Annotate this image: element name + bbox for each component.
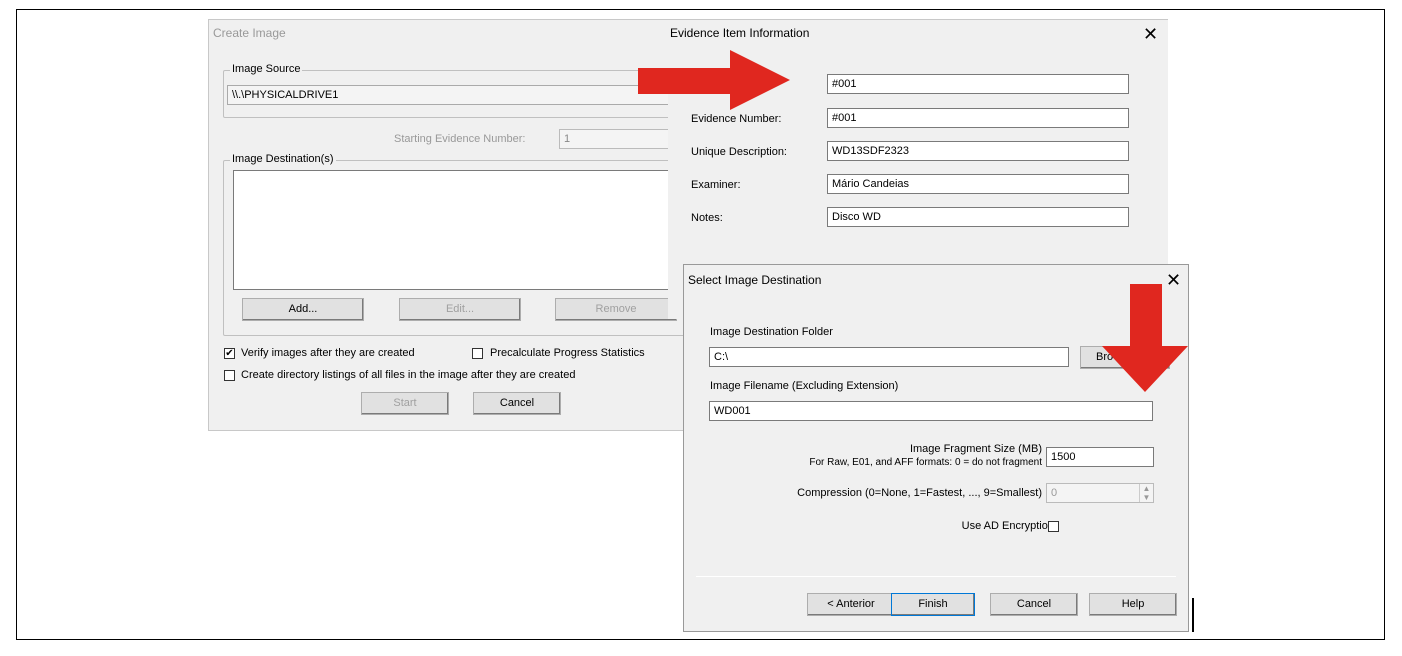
start-button[interactable]: Start xyxy=(361,392,449,415)
fragment-label-2: For Raw, E01, and AFF formats: 0 = do no… xyxy=(809,457,1042,468)
precalc-label: Precalculate Progress Statistics xyxy=(490,347,645,359)
evidence-number-label: Evidence Number: xyxy=(691,113,782,125)
red-arrow-down-icon xyxy=(1102,284,1188,392)
folder-field[interactable]: C:\ xyxy=(709,347,1069,367)
image-destinations-list[interactable] xyxy=(233,170,683,290)
create-image-title: Create Image xyxy=(213,26,286,40)
fragment-size-field[interactable]: 1500 xyxy=(1046,447,1154,467)
examiner-label: Examiner: xyxy=(691,179,741,191)
divider xyxy=(1192,598,1194,632)
image-destinations-legend: Image Destination(s) xyxy=(230,153,336,165)
evidence-number-field[interactable]: #001 xyxy=(827,108,1129,128)
folder-label: Image Destination Folder xyxy=(710,326,833,338)
unique-description-label: Unique Description: xyxy=(691,146,787,158)
verify-checkbox[interactable]: ✔ xyxy=(224,348,235,359)
edit-button[interactable]: Edit... xyxy=(399,298,521,321)
unique-description-field[interactable]: WD13SDF2323 xyxy=(827,141,1129,161)
compression-spinner-icon[interactable]: ▲ ▼ xyxy=(1139,484,1153,502)
notes-label: Notes: xyxy=(691,212,723,224)
verify-label: Verify images after they are created xyxy=(241,347,415,359)
case-number-field[interactable]: #001 xyxy=(827,74,1129,94)
image-source-legend: Image Source xyxy=(230,63,303,75)
starting-evidence-field[interactable]: 1 xyxy=(559,129,679,149)
help-button[interactable]: Help xyxy=(1089,593,1177,616)
back-button[interactable]: < Anterior xyxy=(807,593,895,616)
create-image-window: Create Image Image Source \\.\PHYSICALDR… xyxy=(208,19,693,431)
add-button[interactable]: Add... xyxy=(242,298,364,321)
dirlist-label: Create directory listings of all files i… xyxy=(241,369,576,381)
divider xyxy=(696,576,1176,577)
dirlist-checkbox[interactable] xyxy=(224,370,235,381)
finish-button[interactable]: Finish xyxy=(891,593,975,616)
cancel-button[interactable]: Cancel xyxy=(473,392,561,415)
select-destination-title: Select Image Destination xyxy=(688,273,822,287)
image-source-field[interactable]: \\.\PHYSICALDRIVE1 xyxy=(227,85,687,105)
compression-label: Compression (0=None, 1=Fastest, ..., 9=S… xyxy=(797,487,1042,499)
starting-evidence-label: Starting Evidence Number: xyxy=(394,133,526,145)
close-icon[interactable]: ✕ xyxy=(1143,25,1158,43)
examiner-field[interactable]: Mário Candeias xyxy=(827,174,1129,194)
evidence-info-title: Evidence Item Information xyxy=(670,26,810,40)
compression-field[interactable]: 0 xyxy=(1046,483,1154,503)
cancel-button[interactable]: Cancel xyxy=(990,593,1078,616)
filename-label: Image Filename (Excluding Extension) xyxy=(710,380,899,392)
fragment-label-1: Image Fragment Size (MB) xyxy=(909,443,1042,455)
red-arrow-right-icon xyxy=(638,50,790,110)
encryption-label: Use AD Encryption xyxy=(961,520,1054,532)
remove-button[interactable]: Remove xyxy=(555,298,677,321)
precalc-checkbox[interactable] xyxy=(472,348,483,359)
encryption-checkbox[interactable] xyxy=(1048,521,1059,532)
notes-field[interactable]: Disco WD xyxy=(827,207,1129,227)
filename-field[interactable]: WD001 xyxy=(709,401,1153,421)
